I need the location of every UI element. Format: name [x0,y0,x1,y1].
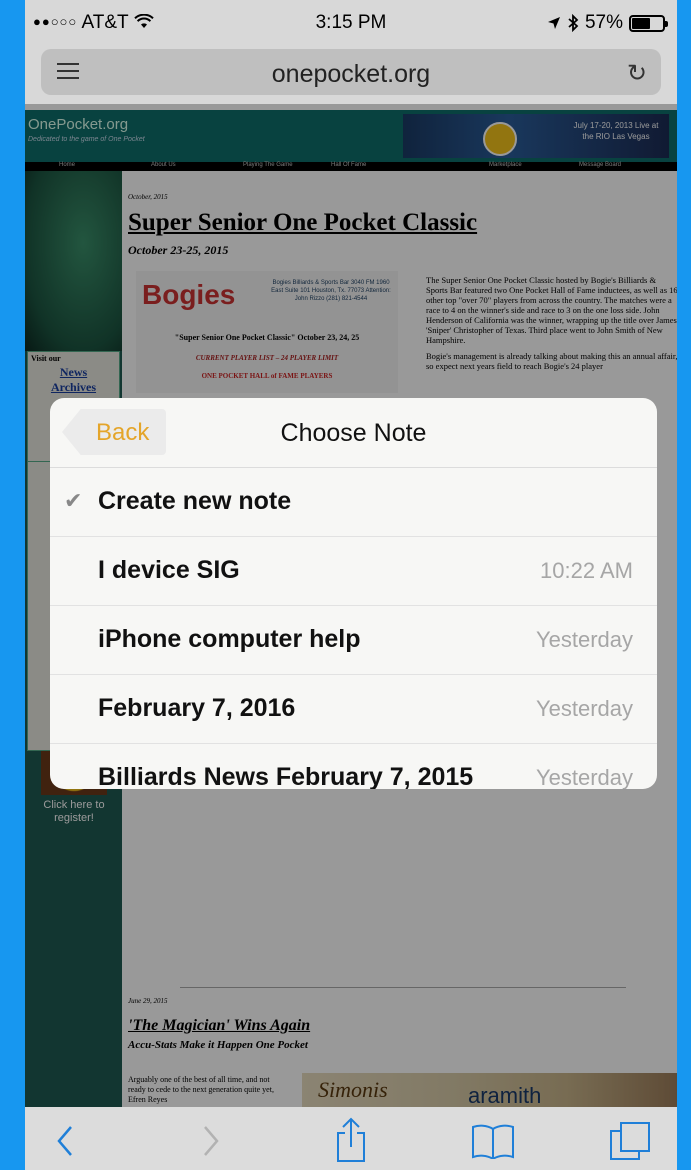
checkmark-icon: ✔ [64,488,83,513]
note-row[interactable]: iPhone computer help Yesterday [50,606,657,675]
url-field[interactable]: onepocket.org ↻ [41,49,661,95]
note-time: Yesterday [535,627,633,652]
address-bar: onepocket.org ↻ [25,44,677,104]
note-name: February 7, 2016 [98,694,296,722]
choose-note-sheet: Back Choose Note ✔ Create new note I dev… [50,398,657,789]
forward-arrow-icon[interactable] [201,1125,221,1157]
location-arrow-icon [547,17,560,29]
sheet-header: Back Choose Note [50,398,657,468]
browser-toolbar [25,1107,677,1170]
note-name: Billiards News February 7, 2015 [98,763,474,789]
note-row[interactable]: I device SIG 10:22 AM [50,537,657,606]
share-icon[interactable] [335,1117,367,1163]
bluetooth-icon [568,14,579,32]
reload-icon[interactable]: ↻ [627,59,647,88]
battery-percent: 57% [584,12,623,33]
sheet-title: Choose Note [280,419,427,447]
note-name: Create new note [98,487,292,515]
note-time: Yesterday [535,765,633,789]
tabs-icon[interactable] [609,1121,651,1161]
status-bar: ●●○○○ AT&T 3:15 PM 57% [25,0,677,44]
note-row[interactable]: ✔ Create new note [50,468,657,537]
back-arrow-icon[interactable] [55,1125,75,1157]
battery-icon [629,14,668,32]
note-name: iPhone computer help [98,625,361,653]
note-row[interactable]: February 7, 2016 Yesterday [50,675,657,744]
note-row[interactable]: Billiards News February 7, 2015 Yesterda… [50,744,657,789]
bookmarks-icon[interactable] [471,1123,515,1159]
status-right: 57% [547,12,668,34]
note-time: Yesterday [535,696,633,721]
url-text[interactable]: onepocket.org [41,60,661,89]
note-time: 10:22 AM [540,558,633,583]
note-name: I device SIG [98,556,240,584]
